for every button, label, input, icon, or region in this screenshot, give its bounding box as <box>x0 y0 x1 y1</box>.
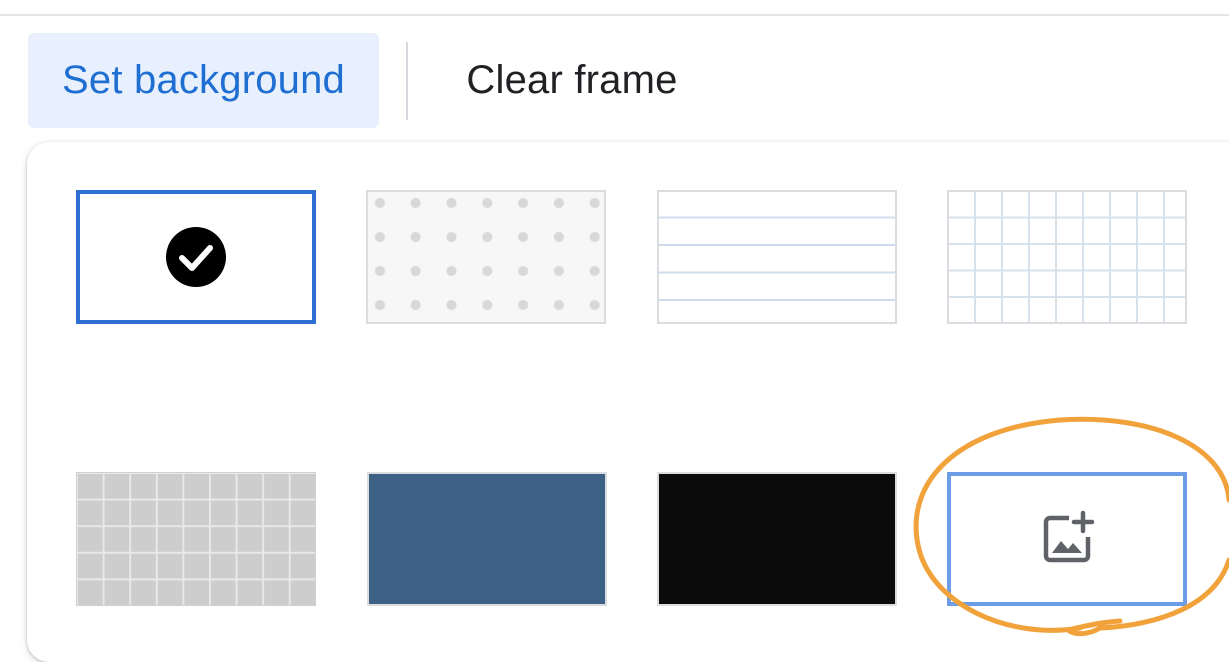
background-option-dots[interactable] <box>366 190 606 324</box>
toolbar-divider <box>406 42 408 120</box>
background-option-black[interactable] <box>657 472 897 606</box>
background-option-blank[interactable] <box>76 190 316 324</box>
set-background-label: Set background <box>62 58 345 102</box>
background-option-add-image[interactable] <box>947 472 1187 606</box>
clear-frame-label: Clear frame <box>466 58 678 102</box>
add-image-icon <box>1043 510 1095 563</box>
background-option-lines[interactable] <box>657 190 897 324</box>
background-option-grid[interactable] <box>947 190 1187 324</box>
background-option-gray-grid[interactable] <box>76 472 316 606</box>
set-background-button[interactable]: Set background <box>28 33 379 128</box>
top-divider <box>0 14 1229 16</box>
clear-frame-button[interactable]: Clear frame <box>432 33 712 128</box>
background-option-blue[interactable] <box>367 472 607 606</box>
check-circle-icon <box>166 227 226 287</box>
